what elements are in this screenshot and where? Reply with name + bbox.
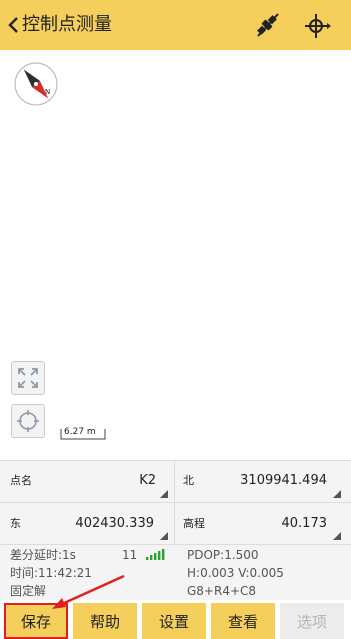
elevation-value: 40.173 <box>281 516 328 531</box>
dropdown-corner-icon[interactable] <box>160 532 168 540</box>
elevation-label: 高程 <box>183 517 205 530</box>
divider <box>174 460 175 544</box>
point-name-value[interactable]: K2 <box>139 473 156 489</box>
settings-button[interactable]: 设置 <box>142 603 206 639</box>
pdop-text: PDOP:1.500 <box>187 548 259 562</box>
point-name-label: 点名 <box>10 474 32 487</box>
signal-strength-icon <box>146 549 165 560</box>
divider <box>0 460 351 461</box>
satellite-button[interactable] <box>252 10 282 40</box>
compass[interactable]: N <box>12 60 60 108</box>
satellite-icon <box>257 13 279 37</box>
map-view[interactable] <box>0 50 351 462</box>
solution-status: 固定解 <box>10 584 47 598</box>
crosshair-target-icon <box>305 14 331 38</box>
save-button[interactable]: 保存 <box>4 603 68 639</box>
compass-icon <box>14 62 58 106</box>
back-button[interactable] <box>4 12 22 38</box>
fullscreen-button[interactable] <box>11 361 45 395</box>
diff-delay-text: 差分延时:1s <box>10 548 76 562</box>
time-text: 时间:11:42:21 <box>10 566 92 580</box>
constellation-text: G8+R4+C8 <box>187 584 257 598</box>
scale-label: 6.27 m <box>64 427 96 437</box>
title-bar: 控制点测量 <box>0 0 351 50</box>
page-title: 控制点测量 <box>22 14 112 35</box>
chevron-left-icon <box>8 17 18 33</box>
satellite-count: 11 <box>122 548 138 562</box>
target-button[interactable] <box>302 10 332 40</box>
hv-precision-text: H:0.003 V:0.005 <box>187 566 284 580</box>
locate-button[interactable] <box>11 404 45 438</box>
divider <box>0 502 351 503</box>
view-button[interactable]: 查看 <box>211 603 275 639</box>
dropdown-corner-icon[interactable] <box>160 490 168 498</box>
options-button[interactable]: 选项 <box>280 603 344 639</box>
compass-north-label: N <box>45 88 51 96</box>
east-value: 402430.339 <box>75 516 154 531</box>
locate-target-icon <box>17 410 39 432</box>
dropdown-corner-icon[interactable] <box>333 532 341 540</box>
divider <box>0 544 351 545</box>
dropdown-corner-icon[interactable] <box>333 490 341 498</box>
expand-arrows-icon <box>18 368 38 388</box>
east-label: 东 <box>10 517 21 530</box>
help-button[interactable]: 帮助 <box>73 603 137 639</box>
north-label: 北 <box>183 474 194 487</box>
north-value: 3109941.494 <box>240 473 327 488</box>
